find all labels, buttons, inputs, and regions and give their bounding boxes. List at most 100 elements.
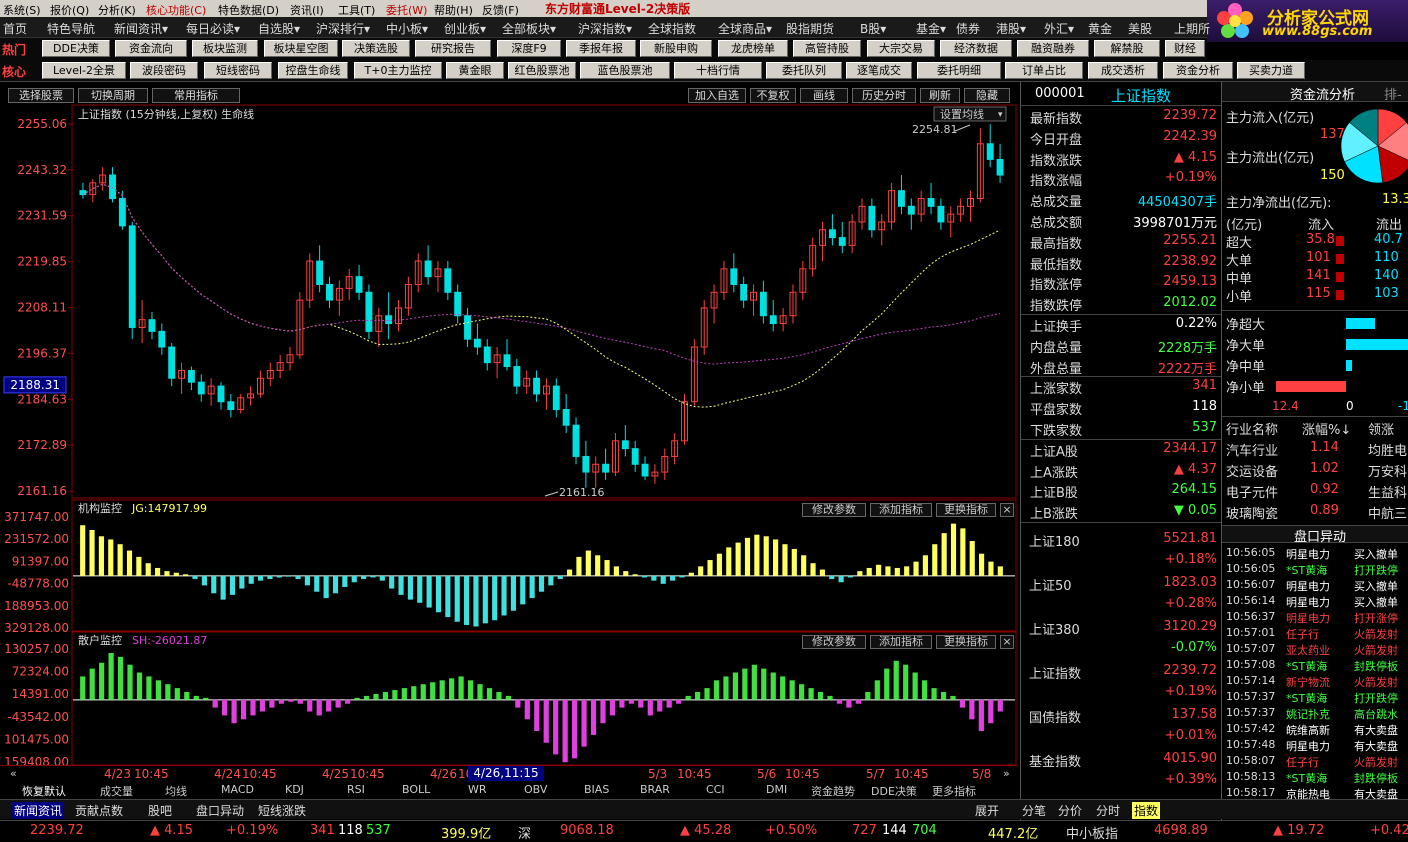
jg_panel-button-0[interactable]: 修改参数 xyxy=(802,503,866,517)
chart-tool-right-0[interactable]: 加入自选 xyxy=(688,88,746,103)
industry-leader[interactable]: 中航三 xyxy=(1368,503,1407,522)
core-button-6[interactable]: 红色股票池 xyxy=(508,62,576,79)
alert-row[interactable]: 10:57:08 *ST黄海 封跌停板 xyxy=(1222,657,1408,673)
indicator-tab-7[interactable]: WR xyxy=(468,783,487,796)
indicator-tab-11[interactable]: CCI xyxy=(706,783,725,796)
menu-feedback[interactable]: 反馈(F) xyxy=(482,2,519,18)
menu-trade[interactable]: 委托(W) xyxy=(386,2,427,18)
alert-row[interactable]: 10:57:37 姚记扑克 高台跳水 xyxy=(1222,705,1408,721)
alert-row[interactable]: 10:57:42 皖维高新 有大卖盘 xyxy=(1222,721,1408,737)
jg_panel-close-icon[interactable]: × xyxy=(1000,503,1014,517)
industry-leader[interactable]: 万安科 xyxy=(1368,461,1407,480)
news-tab-0[interactable]: 新闻资讯 xyxy=(12,802,65,819)
right-tab-1[interactable]: 分价 xyxy=(1058,802,1082,819)
nav-item-14[interactable]: 基金▾ xyxy=(916,20,946,37)
industry-head[interactable]: 涨幅%↓ xyxy=(1302,419,1351,438)
chart-tool-right-5[interactable]: 隐藏 xyxy=(964,88,1010,103)
sort-button[interactable]: 排‑ xyxy=(1384,84,1402,103)
nav-item-13[interactable]: B股▾ xyxy=(860,20,886,37)
indicator-tab-15[interactable]: 更多指标 xyxy=(932,783,976,799)
indicator-tab-14[interactable]: DDE决策 xyxy=(871,783,917,799)
nav-item-16[interactable]: 港股▾ xyxy=(996,20,1026,37)
sh_panel-close-icon[interactable]: × xyxy=(1000,635,1014,649)
scroll-right-icon[interactable]: » xyxy=(1003,767,1010,780)
alert-row[interactable]: 10:57:07 亚太药业 火箭发射 xyxy=(1222,641,1408,657)
alert-row[interactable]: 10:56:05 明星电力 买入撤单 xyxy=(1222,545,1408,561)
indicator-tab-5[interactable]: RSI xyxy=(347,783,365,796)
core-button-8[interactable]: 十档行情 xyxy=(674,62,762,79)
hot-button-8[interactable]: 新股申购 xyxy=(640,40,712,57)
jg_panel-button-2[interactable]: 更换指标 xyxy=(936,503,996,517)
core-button-3[interactable]: 控盘生命线 xyxy=(278,62,348,79)
sh_panel-button-1[interactable]: 添加指标 xyxy=(870,635,932,649)
menu-tools[interactable]: 工具(T) xyxy=(338,2,375,18)
alert-row[interactable]: 10:56:07 明星电力 买入撤单 xyxy=(1222,577,1408,593)
hot-button-2[interactable]: 板块监测 xyxy=(192,40,258,57)
hot-button-0[interactable]: DDE决策 xyxy=(42,40,110,57)
menu-core[interactable]: 核心功能(C) xyxy=(146,2,206,18)
hot-button-14[interactable]: 解禁股 xyxy=(1094,40,1160,57)
chart-tool-right-3[interactable]: 历史分时 xyxy=(852,88,916,103)
industry-leader[interactable]: 生益科 xyxy=(1368,482,1407,501)
right-tab-0[interactable]: 分笔 xyxy=(1022,802,1046,819)
alert-row[interactable]: 10:57:01 任子行 火箭发射 xyxy=(1222,625,1408,641)
chart-tool-left-0[interactable]: 选择股票 xyxy=(8,88,74,103)
nav-item-19[interactable]: 美股 xyxy=(1128,20,1152,37)
sh_panel-button-2[interactable]: 更换指标 xyxy=(936,635,996,649)
index-row[interactable]: 上证180 5521.81 +0.18% xyxy=(1021,527,1221,571)
right-tab-3[interactable]: 指数 xyxy=(1132,802,1161,819)
nav-item-0[interactable]: 首页 xyxy=(3,20,27,37)
core-button-0[interactable]: Level-2全景 xyxy=(42,62,126,79)
nav-item-9[interactable]: 沪深指数▾ xyxy=(578,20,632,37)
news-tab-2[interactable]: 股吧 xyxy=(148,802,172,819)
nav-item-11[interactable]: 全球商品▾ xyxy=(718,20,772,37)
chart-tool-left-1[interactable]: 切换周期 xyxy=(78,88,148,103)
industry-head[interactable]: 行业名称 xyxy=(1226,419,1278,438)
industry-name[interactable]: 交运设备 xyxy=(1226,461,1278,480)
nav-item-1[interactable]: 特色导航 xyxy=(47,20,95,37)
core-button-15[interactable]: 买卖力道 xyxy=(1237,62,1305,79)
indicator-tab-2[interactable]: 均线 xyxy=(165,783,187,799)
hot-button-1[interactable]: 资金流向 xyxy=(115,40,187,57)
nav-item-7[interactable]: 创业板▾ xyxy=(444,20,486,37)
indicator-tab-0[interactable]: 恢复默认 xyxy=(22,783,66,799)
menu-analysis[interactable]: 分析(K) xyxy=(98,2,136,18)
indicator-tab-9[interactable]: BIAS xyxy=(584,783,609,796)
core-button-13[interactable]: 成交透析 xyxy=(1088,62,1158,79)
jg_panel-button-1[interactable]: 添加指标 xyxy=(870,503,932,517)
hot-button-11[interactable]: 大宗交易 xyxy=(867,40,935,57)
nav-item-15[interactable]: 债券 xyxy=(956,20,980,37)
core-button-12[interactable]: 订单占比 xyxy=(1005,62,1083,79)
menu-quote[interactable]: 报价(Q) xyxy=(50,2,89,18)
menu-system[interactable]: 系统(S) xyxy=(3,2,41,18)
nav-item-2[interactable]: 新闻资讯▾ xyxy=(114,20,168,37)
industry-leader[interactable]: 均胜电 xyxy=(1368,440,1407,459)
core-button-7[interactable]: 蓝色股票池 xyxy=(580,62,670,79)
menu-info[interactable]: 资讯(I) xyxy=(290,2,324,18)
indicator-tab-1[interactable]: 成交量 xyxy=(100,783,133,799)
industry-head[interactable]: 领涨 xyxy=(1368,419,1394,438)
news-tab-4[interactable]: 短线涨跌 xyxy=(258,802,306,819)
nav-item-6[interactable]: 中小板▾ xyxy=(386,20,428,37)
alert-row[interactable]: 10:57:48 明星电力 有大卖盘 xyxy=(1222,737,1408,753)
industry-name[interactable]: 电子元件 xyxy=(1226,482,1278,501)
index-row[interactable]: 国债指数 137.58 +0.01% xyxy=(1021,703,1221,747)
alert-row[interactable]: 10:56:14 明星电力 买入撤单 xyxy=(1222,593,1408,609)
industry-name[interactable]: 玻璃陶瓷 xyxy=(1226,503,1278,522)
core-button-10[interactable]: 逐笔成交 xyxy=(846,62,912,79)
right-tab-2[interactable]: 分时 xyxy=(1096,802,1120,819)
industry-name[interactable]: 汽车行业 xyxy=(1226,440,1278,459)
index-row[interactable]: 上证380 3120.29 -0.07% xyxy=(1021,615,1221,659)
indicator-tab-12[interactable]: DMI xyxy=(766,783,787,796)
indicator-tab-6[interactable]: BOLL xyxy=(402,783,430,796)
core-button-11[interactable]: 委托明细 xyxy=(917,62,1001,79)
indicator-tab-10[interactable]: BRAR xyxy=(640,783,670,796)
news-tab-3[interactable]: 盘口异动 xyxy=(196,802,244,819)
nav-item-8[interactable]: 全部板块▾ xyxy=(502,20,556,37)
indicator-tab-13[interactable]: 资金趋势 xyxy=(811,783,855,799)
hot-button-12[interactable]: 经济数据 xyxy=(940,40,1012,57)
expand-button[interactable]: 展开 xyxy=(975,802,999,819)
hot-button-3[interactable]: 板块星空图 xyxy=(264,40,338,57)
nav-item-3[interactable]: 每日必读▾ xyxy=(186,20,240,37)
menu-feature-data[interactable]: 特色数据(D) xyxy=(218,2,279,18)
